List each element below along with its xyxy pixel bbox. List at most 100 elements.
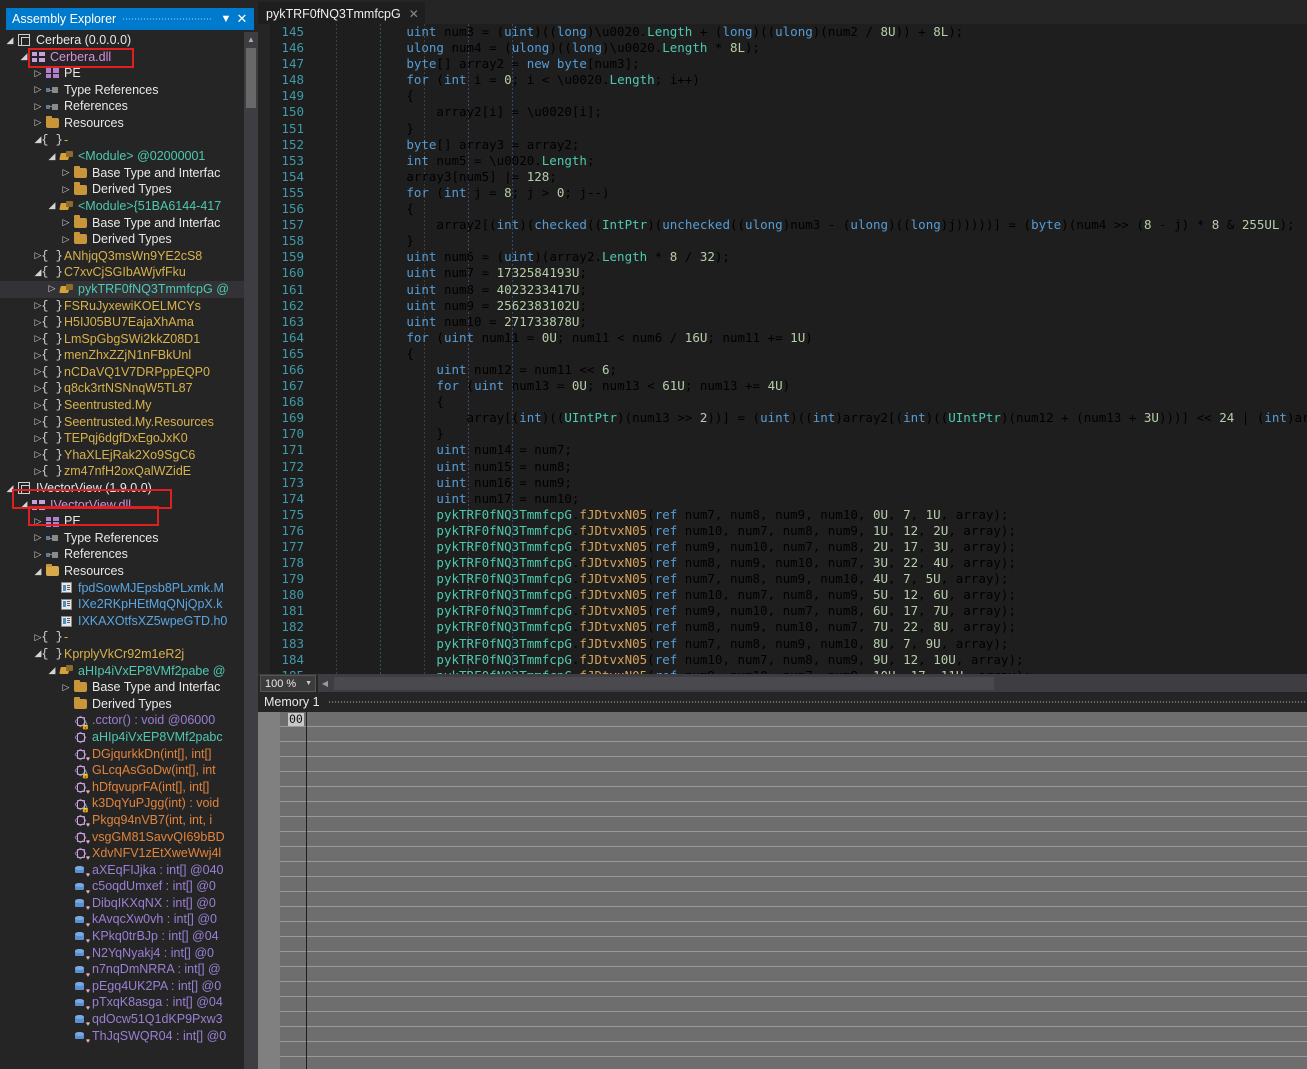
tree-item-ncdavq1v7drpppeqp0[interactable]: { }nCDaVQ1V7DRPppEQP0 (0, 364, 244, 381)
code-text[interactable]: pykTRF0fNQ3TmmfcpG.fJDtvxN05(ref num9, n… (310, 539, 1016, 555)
close-icon[interactable]: ✕ (234, 11, 250, 27)
tree-item-references[interactable]: References (0, 546, 244, 563)
tree-item-derived-types[interactable]: Derived Types (0, 181, 244, 198)
code-text[interactable]: } (310, 121, 414, 137)
code-line-174[interactable]: 174 uint num17 = num10; (258, 490, 1307, 507)
breakpoint-gutter[interactable] (258, 458, 270, 475)
tree-item-thjqswqr04-int-0[interactable]: ♥ ThJqSWQR04 : int[] @0 (0, 1028, 244, 1045)
code-text[interactable]: pykTRF0fNQ3TmmfcpG.fJDtvxN05(ref num7, n… (310, 507, 1008, 523)
code-line-164[interactable]: 164 for (uint num11 = 0U; num11 < num6 /… (258, 329, 1307, 346)
memory-row[interactable] (280, 967, 1307, 982)
code-text[interactable]: int num5 = \u0020.Length; (310, 153, 594, 169)
code-text[interactable]: uint num10 = 271733878U; (310, 314, 587, 330)
breakpoint-gutter[interactable] (258, 136, 270, 153)
code-text[interactable]: array2[(int)(checked((IntPtr)(unchecked(… (310, 217, 1294, 233)
code-text[interactable]: uint num14 = num7; (310, 442, 571, 458)
code-text[interactable]: array3[num5] |= 128; (310, 169, 557, 185)
breakpoint-gutter[interactable] (258, 442, 270, 459)
code-line-178[interactable]: 178 pykTRF0fNQ3TmmfcpG.fJDtvxN05(ref num… (258, 555, 1307, 572)
memory-row[interactable] (280, 1012, 1307, 1027)
expand-twisty-icon[interactable] (32, 65, 44, 83)
code-line-169[interactable]: 169 array[(int)((UIntPtr)(num13 >> 2))] … (258, 410, 1307, 427)
titlebar-drag-handle[interactable] (122, 8, 212, 30)
expand-twisty-icon[interactable] (46, 280, 58, 298)
code-text[interactable]: array[(int)((UIntPtr)(num13 >> 2))] = (u… (310, 410, 1307, 426)
tree-item-ptxqk8asga-int-04[interactable]: ♥ pTxqK8asga : int[] @04 (0, 994, 244, 1012)
memory-row[interactable] (280, 937, 1307, 952)
code-text[interactable]: uint num12 = num11 << 6; (310, 362, 617, 378)
memory-row[interactable] (280, 997, 1307, 1012)
code-text[interactable]: pykTRF0fNQ3TmmfcpG.fJDtvxN05(ref num10, … (310, 587, 1016, 603)
expand-twisty-icon[interactable] (60, 679, 72, 697)
code-line-150[interactable]: 150 array2[i] = \u0020[i]; (258, 104, 1307, 121)
tree-item-base-type-and-interfac[interactable]: Base Type and Interfac (0, 215, 244, 232)
tree-item-c7xvcjsgibawjvffku[interactable]: { }C7xvCjSGIbAWjvfFku (0, 264, 244, 281)
code-text[interactable]: pykTRF0fNQ3TmmfcpG.fJDtvxN05(ref num9, n… (310, 603, 1016, 619)
tree-item-tepqj6dgfdxegojxk0[interactable]: { }TEPqj6dgfDxEgoJxK0 (0, 430, 244, 447)
breakpoint-gutter[interactable] (258, 506, 270, 523)
collapse-twisty-icon[interactable] (46, 662, 58, 680)
memory-row[interactable] (280, 817, 1307, 832)
tree-item-cctor-void-06000[interactable]: 🔒 .cctor() : void @06000 (0, 712, 244, 730)
code-line-162[interactable]: 162 uint num9 = 2562383102U; (258, 297, 1307, 314)
code-line-171[interactable]: 171 uint num14 = num7; (258, 442, 1307, 459)
code-line-148[interactable]: 148 for (int i = 0; i < \u0020.Length; i… (258, 72, 1307, 89)
expand-twisty-icon[interactable] (32, 114, 44, 132)
expand-twisty-icon[interactable] (60, 181, 72, 199)
code-line-179[interactable]: 179 pykTRF0fNQ3TmmfcpG.fJDtvxN05(ref num… (258, 571, 1307, 588)
code-text[interactable]: uint num8 = 4023233417U; (310, 282, 587, 298)
code-line-156[interactable]: 156 { (258, 201, 1307, 218)
memory-row[interactable] (280, 982, 1307, 997)
code-line-167[interactable]: 167 for (uint num13 = 0U; num13 < 61U; n… (258, 378, 1307, 395)
expand-twisty-icon[interactable] (32, 513, 44, 531)
memory-row[interactable] (280, 742, 1307, 757)
breakpoint-gutter[interactable] (258, 619, 270, 636)
tree-item-vsggm81savvqi69bbd[interactable]: ♥ vsgGM81SavvQI69bBD (0, 829, 244, 846)
code-text[interactable]: byte[] array3 = array2; (310, 137, 579, 153)
code-line-173[interactable]: 173 uint num16 = num9; (258, 474, 1307, 491)
tree-item-menzhxzzjn1nfbkunl[interactable]: { }menZhxZZjN1nFBkUnl (0, 347, 244, 364)
code-lines[interactable]: 145 uint num3 = (uint)((long)\u0020.Leng… (258, 24, 1307, 674)
memory-row[interactable] (280, 1057, 1307, 1069)
tree-item-k3dqyupjgg-int-void[interactable]: 🔒 k3DqYuPJgg(int) : void (0, 795, 244, 813)
code-line-154[interactable]: 154 array3[num5] |= 128; (258, 168, 1307, 185)
code-line-155[interactable]: 155 for (int j = 8; j > 0; j--) (258, 184, 1307, 202)
expand-twisty-icon[interactable] (32, 546, 44, 564)
code-text[interactable]: { (310, 88, 414, 104)
code-line-145[interactable]: 145 uint num3 = (uint)((long)\u0020.Leng… (258, 24, 1307, 41)
code-text[interactable]: uint num16 = num9; (310, 475, 571, 491)
tree-item-seentrusted-my-resources[interactable]: { }Seentrusted.My.Resources (0, 414, 244, 431)
tree-item-dgjqurkkdn-int-int[interactable]: ♥ DGjqurkkDn(int[], int[] (0, 746, 244, 763)
code-scroll-wrapper[interactable]: 145 uint num3 = (uint)((long)\u0020.Leng… (258, 24, 1307, 674)
code-text[interactable]: pykTRF0fNQ3TmmfcpG.fJDtvxN05(ref num10, … (310, 523, 1016, 539)
code-line-182[interactable]: 182 pykTRF0fNQ3TmmfcpG.fJDtvxN05(ref num… (258, 619, 1307, 636)
collapse-twisty-icon[interactable] (18, 496, 30, 514)
code-text[interactable]: pykTRF0fNQ3TmmfcpG.fJDtvxN05(ref num8, n… (310, 555, 1016, 571)
code-line-153[interactable]: 153 int num5 = \u0020.Length; (258, 152, 1307, 169)
tree-item-kpkq0trbjp-int-04[interactable]: ♥ KPkq0trBJp : int[] @04 (0, 928, 244, 945)
breakpoint-gutter[interactable] (258, 72, 270, 89)
editor-horizontal-scrollbar[interactable]: ◀ (318, 675, 1307, 692)
code-text[interactable]: uint num6 = (uint)(array2.Length * 8 / 3… (310, 249, 730, 265)
tree-item-ixe2rkphetmqqnjqpx-k[interactable]: IXe2RKpHEtMqQNjQpX.k (0, 596, 244, 613)
code-line-161[interactable]: 161 uint num8 = 4023233417U; (258, 281, 1307, 298)
code-text[interactable]: { (310, 346, 414, 362)
tree-item-pkgq94nvb7-int-int-i[interactable]: ♥ Pkgq94nVB7(int, int, i (0, 812, 244, 829)
breakpoint-gutter[interactable] (258, 522, 270, 539)
tree-item-kavqcxw0vh-int-0[interactable]: ♥ kAvqcXw0vh : int[] @0 (0, 911, 244, 929)
breakpoint-gutter[interactable] (258, 410, 270, 427)
code-text[interactable]: ulong num4 = (ulong)((long)\u0020.Length… (310, 40, 760, 56)
collapse-twisty-icon[interactable] (4, 32, 16, 49)
code-line-158[interactable]: 158 } (258, 233, 1307, 250)
tab-pykTRF0fNQ3TmmfcpG[interactable]: pykTRF0fNQ3TmmfcpG ✕ (258, 2, 425, 24)
memory-row[interactable] (280, 877, 1307, 892)
memory-grid[interactable] (280, 712, 1307, 1069)
code-line-180[interactable]: 180 pykTRF0fNQ3TmmfcpG.fJDtvxN05(ref num… (258, 587, 1307, 604)
breakpoint-gutter[interactable] (258, 587, 270, 604)
code-line-168[interactable]: 168 { (258, 394, 1307, 411)
breakpoint-gutter[interactable] (258, 265, 270, 282)
code-text[interactable]: for (uint num13 = 0U; num13 < 61U; num13… (310, 378, 790, 394)
chevron-down-icon[interactable]: ▼ (305, 680, 312, 687)
scrollbar-thumb[interactable] (246, 48, 256, 108)
memory-row[interactable] (280, 802, 1307, 817)
